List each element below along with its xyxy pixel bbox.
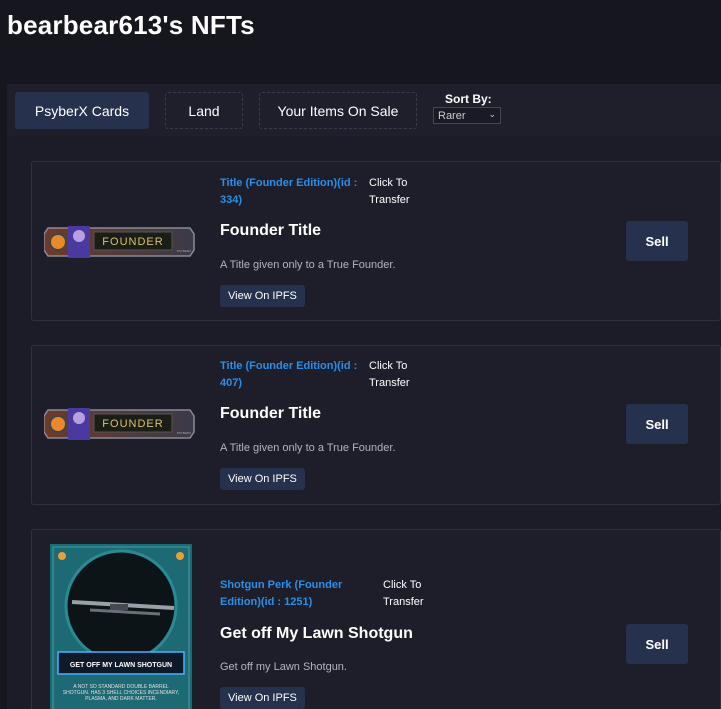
badge-text: FOUNDER [102, 236, 163, 248]
badge-text: FOUNDER [102, 418, 163, 430]
nft-card: GET OFF MY LAWN SHOTGUN A NOT SO STANDAR… [31, 529, 721, 709]
card-title: Founder Title [220, 405, 322, 422]
founder-badge-image: FOUNDER PSYBERX [44, 226, 195, 258]
click-to-transfer[interactable]: Click To Transfer [383, 577, 443, 611]
sort-selected-value: Rarer [438, 109, 466, 122]
shotgun-card-image: GET OFF MY LAWN SHOTGUN A NOT SO STANDAR… [50, 544, 192, 709]
item-name-link[interactable]: Shotgun Perk (Founder Edition)(id : 1251… [220, 577, 350, 611]
view-on-ipfs-button[interactable]: View On IPFS [220, 285, 305, 307]
founder-badge-image: FOUNDER PSYBERX [44, 408, 195, 440]
badge-small-text: PSYBERX [177, 431, 191, 435]
click-to-transfer[interactable]: Click To Transfer [369, 175, 429, 209]
card-description: Get off my Lawn Shotgun. [220, 661, 347, 673]
sort-select[interactable]: Rarer ⌄ [433, 107, 501, 124]
page-title: bearbear613's NFTs [7, 10, 255, 40]
card-title: Get off My Lawn Shotgun [220, 625, 413, 642]
view-on-ipfs-button[interactable]: View On IPFS [220, 687, 305, 709]
tab-land[interactable]: Land [165, 92, 243, 129]
item-name-link[interactable]: Title (Founder Edition)(id : 407) [220, 358, 360, 392]
nft-card: FOUNDER PSYBERX Title (Founder Edition)(… [31, 161, 721, 321]
card-description: A Title given only to a True Founder. [220, 442, 396, 454]
sort-by-label: Sort By: [445, 92, 492, 106]
badge-small-text: PSYBERX [177, 249, 191, 253]
card-banner-text: GET OFF MY LAWN SHOTGUN [70, 662, 172, 669]
tab-your-items-on-sale[interactable]: Your Items On Sale [259, 92, 417, 129]
nft-card: FOUNDER PSYBERX Title (Founder Edition)(… [31, 345, 721, 505]
card-description: A Title given only to a True Founder. [220, 259, 396, 271]
sell-button[interactable]: Sell [626, 404, 688, 444]
click-to-transfer[interactable]: Click To Transfer [369, 358, 429, 392]
item-name-link[interactable]: Title (Founder Edition)(id : 334) [220, 175, 360, 209]
nft-panel: PsyberX Cards Land Your Items On Sale So… [7, 84, 721, 709]
sell-button[interactable]: Sell [626, 221, 688, 261]
chevron-down-icon: ⌄ [488, 109, 496, 119]
card-title: Founder Title [220, 222, 322, 239]
card-flavor-text: A NOT SO STANDARD DOUBLE BARREL SHOTGUN.… [62, 684, 180, 702]
view-on-ipfs-button[interactable]: View On IPFS [220, 468, 305, 490]
toolbar: PsyberX Cards Land Your Items On Sale So… [7, 84, 721, 136]
tab-psyberx-cards[interactable]: PsyberX Cards [15, 92, 149, 129]
sell-button[interactable]: Sell [626, 624, 688, 664]
